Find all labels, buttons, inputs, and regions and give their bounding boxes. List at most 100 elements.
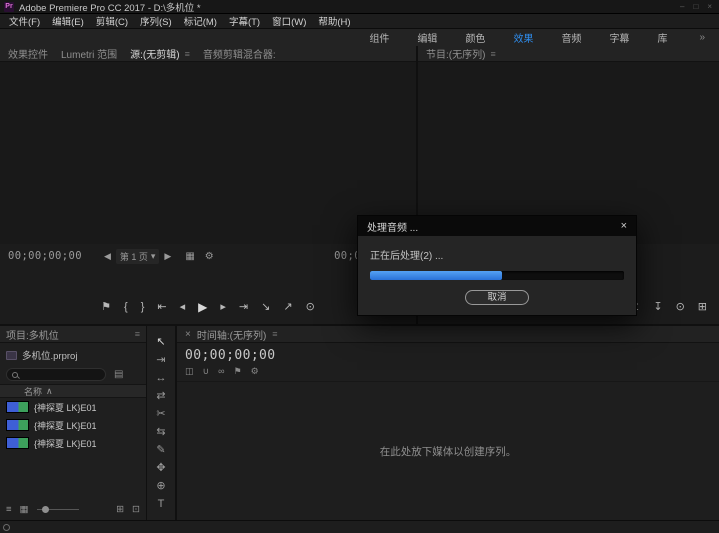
tab-effect-controls[interactable]: 效果控件 (8, 46, 48, 61)
icon-view-button[interactable]: ▦ (20, 504, 29, 515)
app-icon: Pr (4, 2, 14, 12)
menu-item-clip[interactable]: 剪辑(C) (90, 14, 134, 28)
add-marker-button[interactable]: ⚑ (101, 300, 111, 314)
lower-area: 项目:多机位 ≡ 多机位.prproj ▤ 名称 ∧ (0, 324, 719, 520)
type-tool[interactable]: T (158, 498, 165, 510)
linked-selection-toggle[interactable]: ∞ (218, 366, 224, 377)
source-panel-tabs: 效果控件 Lumetri 范围 源:(无剪辑) ≡ 音频剪辑混合器: (0, 46, 416, 62)
ripple-edit-tool[interactable]: ↔ (156, 372, 167, 384)
workspace-tab-audio[interactable]: 音频 (547, 30, 595, 45)
rate-stretch-tool[interactable]: ⇄ (156, 390, 165, 402)
timeline-timecode: 00;00;00;00 (177, 343, 719, 364)
progress-bar (370, 271, 624, 280)
add-marker-button[interactable]: ⚑ (234, 366, 242, 377)
mark-in-button[interactable]: { (124, 300, 128, 314)
insert-button[interactable]: ↘ (261, 300, 270, 314)
minimize-button[interactable]: – (680, 2, 684, 11)
new-bin-button[interactable]: ⊞ (116, 504, 124, 515)
tab-project[interactable]: 项目:多机位 (6, 327, 59, 342)
export-frame-button[interactable]: ⊙ (306, 300, 315, 314)
tab-timeline[interactable]: 时间轴:(无序列) (197, 327, 266, 342)
column-header-name[interactable]: 名称 ∧ (0, 384, 146, 398)
timeline-settings-button[interactable]: ⚙ (251, 366, 259, 377)
selection-tool[interactable]: ↖ (156, 336, 165, 348)
workspace-tab-effects[interactable]: 效果 (499, 30, 547, 45)
go-to-out-button[interactable]: ⇥ (239, 300, 248, 314)
source-transport-bar: ⚑ { } ⇤ ◂ ▶ ▸ ⇥ ↘ ↗ ⊙ (8, 296, 408, 318)
clip-name: {神探夏 LK}E01 (34, 437, 97, 450)
pen-tool[interactable]: ✎ (156, 444, 165, 456)
progress-fill (370, 271, 502, 280)
comparison-view-button[interactable]: ⊞ (698, 300, 707, 314)
page-prev-icon[interactable]: ◀ (104, 251, 111, 262)
project-item-row[interactable]: {神探夏 LK}E01 (0, 434, 146, 452)
workspace-tab-editing[interactable]: 编辑 (403, 30, 451, 45)
wrench-settings-icon[interactable]: ⚙ (205, 251, 214, 262)
export-frame-button[interactable]: ⊙ (676, 300, 685, 314)
tab-audio-clip-mixer[interactable]: 音频剪辑混合器: (203, 46, 276, 61)
tools-panel: ↖ ⇥ ↔ ⇄ ✂ ⇆ ✎ ✥ ⊕ T (147, 326, 177, 520)
maximize-button[interactable]: □ (693, 2, 698, 11)
menu-bar: 文件(F) 编辑(E) 剪辑(C) 序列(S) 标记(M) 字幕(T) 窗口(W… (0, 14, 719, 29)
snap-toggle[interactable]: ∪ (203, 366, 210, 377)
workspace-overflow-icon[interactable]: » (699, 32, 711, 43)
track-select-tool[interactable]: ⇥ (156, 354, 165, 366)
extract-button[interactable]: ↧ (653, 300, 662, 314)
menu-item-window[interactable]: 窗口(W) (266, 14, 312, 28)
slip-tool[interactable]: ⇆ (156, 426, 165, 438)
go-to-in-button[interactable]: ⇤ (157, 300, 166, 314)
mark-out-button[interactable]: } (141, 300, 145, 314)
events-indicator-icon[interactable] (3, 524, 10, 531)
workspace-tab-assembly[interactable]: 组件 (355, 30, 403, 45)
premiere-window: Pr Adobe Premiere Pro CC 2017 - D:\多机位 *… (0, 0, 719, 533)
display-settings-icon[interactable]: ▦ (185, 251, 194, 262)
project-item-row[interactable]: {神探夏 LK}E01 (0, 398, 146, 416)
step-back-button[interactable]: ◂ (180, 300, 186, 314)
search-input[interactable] (22, 370, 100, 380)
play-button[interactable]: ▶ (198, 300, 207, 314)
tab-lumetri-scopes[interactable]: Lumetri 范围 (61, 46, 117, 61)
close-button[interactable]: × (707, 2, 712, 11)
nest-toggle[interactable]: ◫ (185, 366, 194, 377)
project-file-row[interactable]: 多机位.prproj (0, 343, 146, 365)
workspace-tab-libraries[interactable]: 库 (643, 30, 681, 45)
panel-menu-icon[interactable]: ≡ (490, 49, 495, 59)
new-item-button[interactable]: ⊡ (132, 504, 140, 515)
menu-item-sequence[interactable]: 序列(S) (134, 14, 178, 28)
panel-menu-icon[interactable]: ≡ (272, 329, 277, 339)
list-view-button[interactable]: ≡ (6, 504, 12, 515)
bin-filter-icon[interactable]: ▤ (114, 369, 123, 380)
project-file-name: 多机位.prproj (22, 348, 77, 362)
cancel-button[interactable]: 取消 (465, 290, 529, 305)
menu-item-file[interactable]: 文件(F) (3, 14, 46, 28)
panel-menu-icon[interactable]: ≡ (135, 329, 140, 339)
tab-source-monitor[interactable]: 源:(无剪辑) (130, 46, 179, 61)
close-icon[interactable]: × (185, 329, 191, 340)
menu-item-titles[interactable]: 字幕(T) (223, 14, 266, 28)
workspace-tab-titles[interactable]: 字幕 (595, 30, 643, 45)
menu-item-help[interactable]: 帮助(H) (312, 14, 356, 28)
page-next-icon[interactable]: ▶ (164, 251, 171, 262)
tab-program-monitor[interactable]: 节目:(无序列) (426, 46, 485, 61)
title-bar: Pr Adobe Premiere Pro CC 2017 - D:\多机位 *… (0, 0, 719, 14)
menu-item-markers[interactable]: 标记(M) (178, 14, 223, 28)
clip-name: {神探夏 LK}E01 (34, 401, 97, 414)
step-forward-button[interactable]: ▸ (220, 300, 226, 314)
dialog-close-icon[interactable]: × (621, 221, 627, 232)
hand-tool[interactable]: ✥ (156, 462, 165, 474)
razor-tool[interactable]: ✂ (156, 408, 165, 420)
program-panel-tabs: 节目:(无序列) ≡ (418, 46, 719, 62)
timeline-drop-zone[interactable]: 在此处放下媒体以创建序列。 (177, 382, 719, 520)
clip-thumbnail (6, 419, 29, 431)
project-panel: 项目:多机位 ≡ 多机位.prproj ▤ 名称 ∧ (0, 326, 147, 520)
panel-menu-icon[interactable]: ≡ (185, 49, 190, 59)
chevron-down-icon: ▾ (151, 251, 156, 262)
overwrite-button[interactable]: ↗ (283, 300, 292, 314)
page-select[interactable]: 第 1 页 ▾ (116, 249, 160, 264)
zoom-tool[interactable]: ⊕ (156, 480, 165, 492)
zoom-slider-knob[interactable] (42, 506, 49, 513)
project-item-row[interactable]: {神探夏 LK}E01 (0, 416, 146, 434)
workspace-tab-color[interactable]: 颜色 (451, 30, 499, 45)
zoom-slider[interactable] (37, 509, 79, 510)
menu-item-edit[interactable]: 编辑(E) (46, 14, 90, 28)
